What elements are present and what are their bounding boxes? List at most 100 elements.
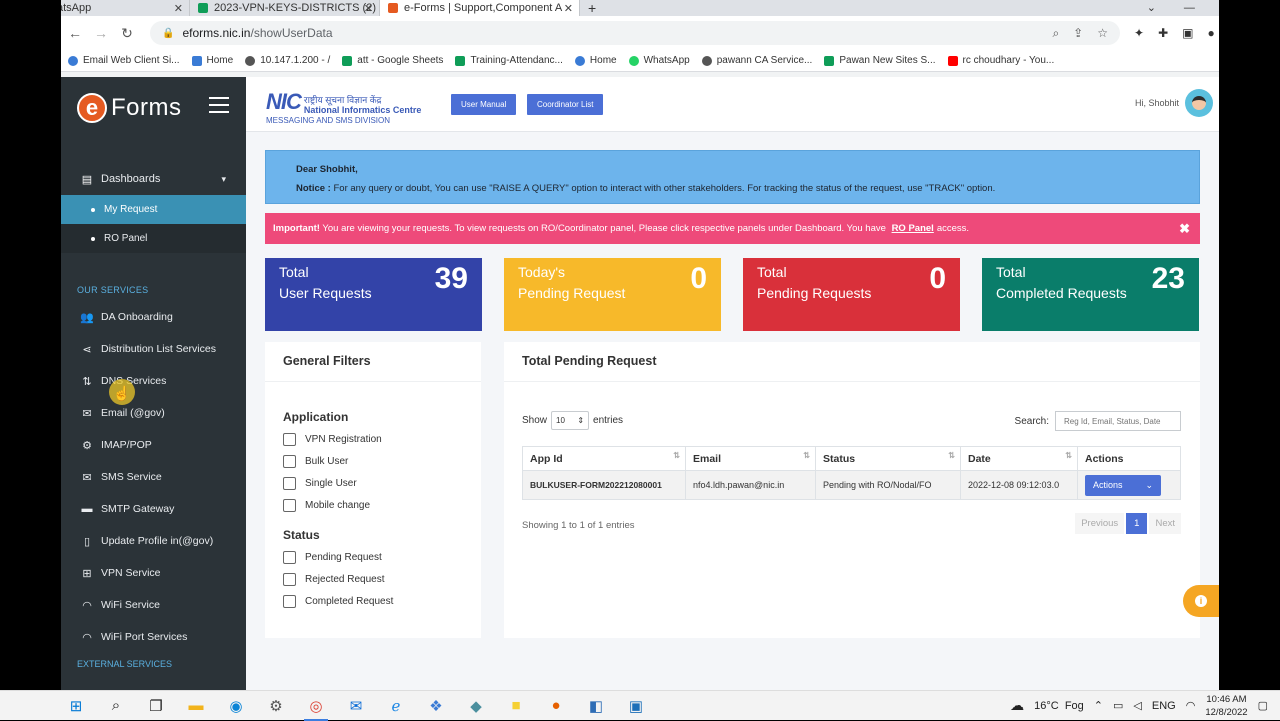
user-manual-button[interactable]: User Manual: [451, 94, 517, 115]
chrome-icon[interactable]: ◎: [296, 691, 336, 721]
sidebar-item-dashboards[interactable]: ▤ Dashboards ▾: [61, 163, 246, 195]
stat-total-user-requests[interactable]: Total User Requests 39: [265, 258, 482, 331]
sidebar-item-distribution-list[interactable]: ⋖ Distribution List Services: [61, 333, 246, 365]
checkbox[interactable]: [283, 476, 296, 490]
app-icon[interactable]: ◧: [576, 691, 616, 721]
file-explorer-icon[interactable]: ▬: [176, 691, 216, 721]
help-floating-button[interactable]: i: [1183, 585, 1219, 617]
checkbox[interactable]: [283, 498, 296, 512]
weather[interactable]: 16°C Fog: [1034, 700, 1084, 712]
notification-icon[interactable]: ▢: [1258, 699, 1268, 712]
filter-single-user[interactable]: Single User: [265, 476, 481, 490]
close-icon[interactable]: ✕: [364, 2, 373, 15]
bookmark-item[interactable]: rc choudhary - You...: [947, 55, 1054, 66]
column-header-date[interactable]: Date ⇅: [960, 446, 1078, 471]
task-view-icon[interactable]: ❐: [136, 691, 176, 721]
bookmark-item[interactable]: Email Web Client Si...: [68, 55, 180, 66]
filter-completed-request[interactable]: Completed Request: [265, 594, 481, 608]
bookmark-item[interactable]: pawann CA Service...: [701, 55, 812, 66]
hamburger-menu-icon[interactable]: [209, 97, 229, 118]
filter-pending-request[interactable]: Pending Request: [265, 550, 481, 564]
search-input[interactable]: [1055, 411, 1181, 431]
wifi-icon[interactable]: ◠: [1186, 699, 1196, 712]
extension-icon[interactable]: ✦: [1134, 26, 1144, 40]
sidepanel-icon[interactable]: ▣: [1182, 26, 1193, 40]
avatar[interactable]: [1185, 89, 1213, 117]
chevron-down-icon[interactable]: ⌄: [1147, 0, 1156, 16]
close-icon[interactable]: ✖: [1179, 221, 1190, 237]
firefox-icon[interactable]: ●: [536, 691, 576, 721]
filter-mobile-change[interactable]: Mobile change: [265, 498, 481, 512]
user-greeting[interactable]: Hi, Shobhit: [1135, 98, 1179, 108]
clock[interactable]: 10:46 AM 12/8/2022: [1205, 693, 1247, 719]
edge-icon[interactable]: ◉: [216, 691, 256, 721]
bookmark-item[interactable]: att - Google Sheets: [342, 55, 443, 66]
language[interactable]: ENG: [1152, 700, 1176, 712]
bookmark-item[interactable]: Pawan New Sites S...: [824, 55, 936, 66]
sidebar-item-smtp[interactable]: ▬ SMTP Gateway: [61, 493, 246, 525]
bookmark-item[interactable]: Training-Attendanc...: [455, 55, 563, 66]
sidebar-item-update-profile[interactable]: ▯ Update Profile in(@gov): [61, 525, 246, 557]
sidebar-item-ro-panel[interactable]: RO Panel: [61, 224, 246, 253]
app-icon[interactable]: ◆: [456, 691, 496, 721]
minimize-icon[interactable]: —: [1184, 0, 1195, 16]
previous-page-button[interactable]: Previous: [1075, 513, 1125, 534]
stat-total-pending[interactable]: Total Pending Requests 0: [743, 258, 960, 331]
sidebar-item-imap-pop[interactable]: ⚙ IMAP/POP: [61, 429, 246, 461]
entries-select[interactable]: 10 ⇕: [551, 411, 590, 430]
windows-start-icon[interactable]: ⊞: [56, 691, 96, 721]
checkbox[interactable]: [283, 550, 296, 564]
tab-eforms[interactable]: e-Forms | Support,Component A ✕: [380, 0, 580, 16]
sidebar-item-wifi-port[interactable]: ◠ WiFi Port Services: [61, 621, 246, 653]
close-icon[interactable]: ✕: [564, 2, 573, 15]
filter-bulk-user[interactable]: Bulk User: [265, 454, 481, 468]
checkbox[interactable]: [283, 594, 296, 608]
profile-icon[interactable]: ●: [1207, 26, 1214, 40]
network-icon[interactable]: ▭: [1113, 699, 1123, 712]
filter-rejected-request[interactable]: Rejected Request: [265, 572, 481, 586]
sidebar-item-wifi[interactable]: ◠ WiFi Service: [61, 589, 246, 621]
bookmark-item[interactable]: 10.147.1.200 - /: [245, 55, 330, 66]
tab-sheets[interactable]: 2023-VPN-KEYS-DISTRICTS (2) - ✕: [190, 0, 380, 16]
page-1-button[interactable]: 1: [1126, 513, 1148, 534]
chevron-up-icon[interactable]: ⌃: [1094, 699, 1103, 712]
stat-todays-pending[interactable]: Today's Pending Request 0: [504, 258, 721, 331]
photos-icon[interactable]: ▣: [616, 691, 656, 721]
checkbox[interactable]: [283, 572, 296, 586]
checkbox[interactable]: [283, 432, 296, 446]
star-icon[interactable]: ☆: [1097, 26, 1108, 41]
next-page-button[interactable]: Next: [1149, 513, 1181, 534]
puzzle-icon[interactable]: ✚: [1158, 26, 1168, 40]
sidebar-item-vpn[interactable]: ⊞ VPN Service: [61, 557, 246, 589]
sidebar-item-sms[interactable]: ✉ SMS Service: [61, 461, 246, 493]
sidebar-item-email[interactable]: ✉ Email (@gov): [61, 397, 246, 429]
sidebar-item-da-onboarding[interactable]: 👥 DA Onboarding: [61, 301, 246, 333]
checkbox[interactable]: [283, 454, 296, 468]
forward-icon[interactable]: →: [88, 25, 114, 41]
reload-icon[interactable]: ↻: [114, 25, 140, 42]
ro-panel-link[interactable]: RO Panel: [892, 223, 934, 234]
sidebar-item-dns[interactable]: ⇅ DNS Services: [61, 365, 246, 397]
stat-total-completed[interactable]: Total Completed Requests 23: [982, 258, 1199, 331]
close-icon[interactable]: ✕: [174, 2, 183, 15]
coordinator-list-button[interactable]: Coordinator List: [527, 94, 604, 115]
column-header-app-id[interactable]: App Id ⇅: [522, 446, 686, 471]
bookmark-item[interactable]: Home: [574, 55, 617, 66]
ie-icon[interactable]: ℯ: [376, 691, 416, 721]
bookmark-item[interactable]: Home: [191, 55, 233, 66]
back-icon[interactable]: ←: [62, 25, 88, 41]
column-header-email[interactable]: Email ⇅: [685, 446, 816, 471]
filter-vpn-registration[interactable]: VPN Registration: [265, 432, 481, 446]
volume-icon[interactable]: ◁: [1133, 699, 1141, 712]
sticky-notes-icon[interactable]: ■: [496, 691, 536, 721]
bookmark-item[interactable]: WhatsApp: [628, 55, 690, 66]
search-icon[interactable]: ⌕: [96, 691, 136, 721]
sidebar-item-my-request[interactable]: My Request: [61, 195, 246, 224]
mail-icon[interactable]: ✉: [336, 691, 376, 721]
zoom-icon[interactable]: ⌕: [1052, 26, 1059, 41]
actions-dropdown-button[interactable]: Actions ⌄: [1085, 474, 1161, 496]
new-tab-button[interactable]: +: [580, 0, 604, 16]
share-icon[interactable]: ⇪: [1073, 26, 1083, 41]
url-bar[interactable]: 🔒 eforms.nic.in /showUserData ⌕ ⇪ ☆: [150, 21, 1120, 45]
app-icon[interactable]: ⚙: [256, 691, 296, 721]
